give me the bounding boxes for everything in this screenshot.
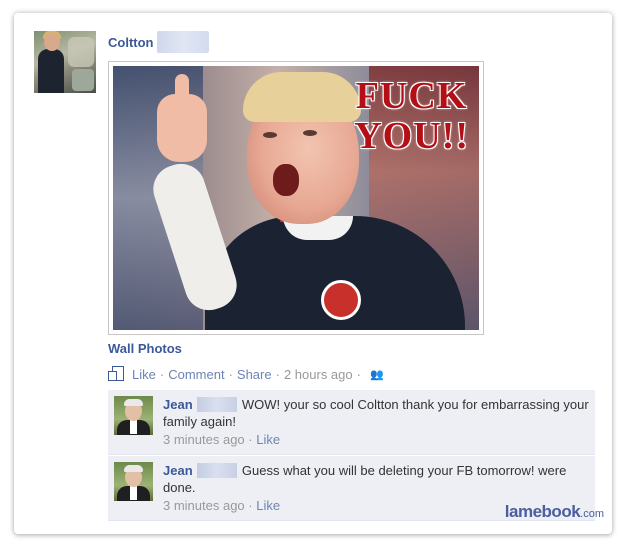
lamebook-watermark: lamebook.com <box>505 502 604 522</box>
author-name-link[interactable]: Coltton <box>108 35 153 50</box>
commenter-avatar[interactable] <box>114 396 153 435</box>
friends-privacy-icon[interactable]: 👥 <box>370 368 384 381</box>
comment-time[interactable]: 3 minutes ago <box>163 432 245 447</box>
overlay-line-2: YOU!! <box>354 115 469 157</box>
album-link[interactable]: Wall Photos <box>108 341 182 356</box>
redacted-surname <box>197 463 238 478</box>
author-row: Coltton <box>108 31 210 53</box>
share-link[interactable]: Share <box>237 367 272 382</box>
watermark-brand: lamebook <box>504 502 581 521</box>
post-actions: Like · Comment · Share · 2 hours ago · 👥 <box>108 365 384 383</box>
overlay-line-1: FUCK <box>355 75 468 117</box>
photo-overlay-text: FUCK YOU!! <box>354 76 469 156</box>
commenter-name-link[interactable]: Jean <box>163 463 193 478</box>
like-link[interactable]: Like <box>132 367 156 382</box>
comment-link[interactable]: Comment <box>168 367 224 382</box>
redacted-surname <box>157 31 210 53</box>
club-badge-graphic <box>321 280 361 320</box>
comment-like-link[interactable]: Like <box>256 432 280 447</box>
redacted-surname <box>197 397 238 412</box>
comment-item: Jean WOW! your so cool Coltton thank you… <box>108 390 595 455</box>
commenter-avatar[interactable] <box>114 462 153 501</box>
comment-time[interactable]: 3 minutes ago <box>163 498 245 513</box>
photo-image: FUCK YOU!! <box>113 66 479 330</box>
commenter-name-link[interactable]: Jean <box>163 397 193 412</box>
post-photo[interactable]: FUCK YOU!! <box>108 61 484 335</box>
photo-icon <box>108 365 126 383</box>
post-timestamp[interactable]: 2 hours ago <box>284 367 353 382</box>
watermark-suffix: .com <box>580 508 604 520</box>
comment-like-link[interactable]: Like <box>256 498 280 513</box>
author-avatar[interactable] <box>34 31 96 93</box>
